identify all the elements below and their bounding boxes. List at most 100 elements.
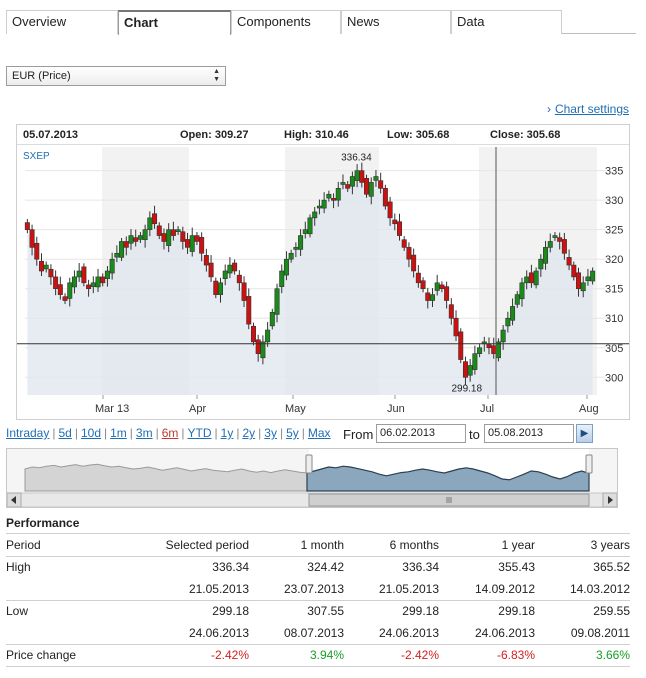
chart-settings-label: Chart settings: [554, 102, 629, 116]
select-updown-icon: ▲ ▼: [213, 68, 220, 83]
performance-title: Performance: [6, 516, 80, 530]
x-tick-label: Apr: [189, 403, 206, 415]
info-low: Low: 305.68: [387, 129, 450, 141]
range-navigator[interactable]: [6, 448, 618, 508]
candle-up: [189, 235, 195, 252]
navigator-handle[interactable]: [585, 454, 593, 474]
chart-settings-link[interactable]: › Chart settings: [547, 102, 629, 116]
candle-up: [128, 235, 134, 244]
table-cell: 259.55: [593, 604, 630, 619]
candle-up: [368, 182, 374, 197]
candle-up: [76, 270, 82, 278]
range-link-2y[interactable]: 2y: [242, 426, 255, 440]
candle-down: [420, 280, 426, 290]
tab-data[interactable]: Data: [451, 10, 562, 34]
candle-up: [590, 270, 596, 282]
info-date: 05.07.2013: [23, 129, 79, 141]
to-date-input[interactable]: 05.08.2013: [484, 424, 574, 443]
table-cell: 299.18: [402, 604, 439, 619]
x-tick-label: Mar 13: [95, 403, 129, 415]
candle-down: [208, 262, 214, 278]
range-link-3m[interactable]: 3m: [136, 426, 153, 440]
candle-up: [354, 170, 360, 181]
currency-select-value: EUR (Price): [12, 70, 71, 82]
candle-up: [505, 317, 511, 327]
navigator-handle[interactable]: [305, 454, 313, 474]
candle-down: [491, 345, 497, 354]
candlestick-chart-svg: 300 305 310 315 320 325 330 335 336.34 299.18 SXEP…: [17, 147, 629, 415]
candle-down: [250, 325, 256, 343]
tab-overview[interactable]: Overview: [6, 10, 118, 34]
table-cell: 23.07.2013: [249, 578, 344, 601]
table-cell: 14.03.2012: [535, 578, 630, 601]
table-cell: 3.66%: [535, 644, 630, 667]
candle-down: [406, 247, 412, 260]
candle-up: [137, 235, 143, 240]
table-cell: 21.05.2013: [116, 578, 249, 601]
range-link-intraday[interactable]: Intraday: [6, 426, 49, 440]
arrow-right-icon: ▶: [580, 428, 589, 439]
row-label: High: [6, 560, 31, 575]
range-link-10d[interactable]: 10d: [81, 426, 101, 440]
table-cell: 08.07.2013: [249, 622, 344, 645]
candle-up: [227, 264, 233, 274]
candle-up: [335, 188, 341, 201]
candle-up: [67, 282, 73, 299]
candle-down: [48, 268, 54, 278]
tab-chart[interactable]: Chart: [118, 10, 231, 35]
col-1-year: 1 year: [439, 534, 535, 557]
tab-bar: Overview Chart Components News Data: [6, 10, 636, 35]
candle-up: [279, 270, 285, 287]
range-link-max[interactable]: Max: [308, 426, 331, 440]
range-link-3y[interactable]: 3y: [264, 426, 277, 440]
range-link-5y[interactable]: 5y: [286, 426, 299, 440]
candle-up: [293, 247, 299, 250]
candle-up: [321, 199, 327, 209]
candle-down: [194, 235, 200, 242]
range-separator: |: [129, 426, 133, 440]
candle-down: [439, 284, 445, 290]
table-cell: 336.34: [212, 560, 249, 575]
candle-up: [538, 258, 544, 270]
candle-down: [392, 219, 398, 225]
currency-select[interactable]: EUR (Price) ▲ ▼: [6, 66, 226, 86]
candle-up: [434, 282, 440, 291]
candle-down: [401, 239, 407, 248]
range-link-ytd[interactable]: YTD: [188, 426, 212, 440]
candle-down: [38, 260, 44, 272]
price-chart[interactable]: 300 305 310 315 320 325 330 335 336.34 299.18 SXEP…: [16, 124, 630, 420]
candle-down: [123, 241, 129, 248]
max-label: 336.34: [341, 153, 372, 164]
range-link-5d[interactable]: 5d: [58, 426, 71, 440]
range-link-6m[interactable]: 6m: [162, 426, 179, 440]
col-period: Period: [6, 534, 116, 557]
info-open: Open: 309.27: [180, 129, 249, 141]
candle-up: [147, 217, 153, 230]
y-tick-label: 305: [605, 343, 623, 355]
candle-down: [255, 339, 261, 354]
candle-down: [57, 284, 63, 295]
range-separator: |: [155, 426, 159, 440]
candle-down: [133, 237, 139, 242]
table-cell: 24.06.2013: [344, 622, 439, 645]
candle-up: [477, 347, 483, 354]
apply-range-button[interactable]: ▶: [576, 424, 593, 443]
range-link-1y[interactable]: 1y: [221, 426, 234, 440]
candle-down: [397, 221, 403, 236]
range-link-1m[interactable]: 1m: [110, 426, 127, 440]
table-cell: -2.42%: [344, 644, 439, 667]
tab-components[interactable]: Components: [231, 10, 341, 34]
tab-news[interactable]: News: [341, 10, 451, 34]
from-date-input[interactable]: 06.02.2013: [376, 424, 466, 443]
from-label: From: [343, 427, 374, 442]
candle-up: [326, 193, 332, 199]
candle-up: [142, 229, 148, 241]
chevron-right-icon: ›: [546, 102, 551, 116]
candle-down: [411, 254, 417, 272]
candle-down: [246, 296, 252, 325]
table-cell: 324.42: [307, 560, 344, 575]
candle-down: [425, 292, 431, 301]
y-tick-label: 335: [605, 166, 623, 178]
candle-up: [552, 235, 558, 238]
series-label: SXEP: [23, 151, 50, 162]
